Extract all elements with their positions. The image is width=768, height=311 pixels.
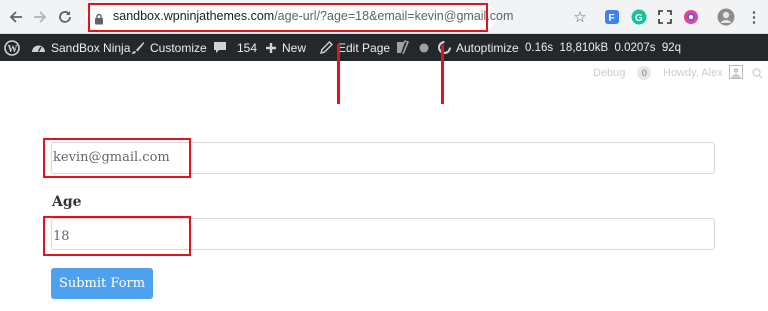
customize-link[interactable]: Customize — [131, 34, 207, 61]
perf-memory: 18,810kB — [559, 41, 609, 54]
svg-text:F: F — [609, 13, 615, 24]
annotation-arrow-age — [441, 44, 444, 104]
howdy-label: Howdy, Alex — [663, 67, 723, 79]
account-link[interactable]: Howdy, Alex — [663, 64, 743, 82]
perf-query-time: 0.0207s — [614, 41, 656, 54]
edit-page-label: Edit Page — [338, 40, 391, 55]
bookmark-star-icon[interactable]: ☆ — [571, 8, 589, 26]
grammarly-icon[interactable]: G — [630, 8, 648, 26]
comment-bubble-icon — [214, 41, 226, 53]
edit-page-link[interactable]: Edit Page — [320, 34, 390, 61]
submit-form-button[interactable]: Submit Form — [51, 268, 153, 299]
paintbrush-icon — [131, 41, 144, 54]
debug-bar-link[interactable]: Debug 0 — [593, 64, 652, 82]
plus-icon — [266, 42, 276, 53]
profile-avatar-icon[interactable] — [717, 8, 735, 26]
site-name-link[interactable]: SandBox Ninja — [31, 34, 130, 61]
search-icon[interactable] — [752, 64, 763, 82]
screenshot-icon[interactable] — [656, 8, 674, 26]
debug-label: Debug — [593, 67, 626, 79]
query-monitor-link[interactable]: 0.16s 18,810kB 0.0207s 92q — [525, 34, 681, 61]
color-picker-icon[interactable] — [682, 8, 700, 26]
age-highlight-box: 18 — [43, 216, 191, 256]
autoptimize-label: Autoptimize — [456, 40, 519, 55]
site-name-label: SandBox Ninja — [51, 40, 131, 55]
yoast-seo-icon[interactable] — [395, 34, 415, 61]
user-avatar — [728, 64, 743, 82]
reload-icon[interactable] — [55, 7, 75, 27]
wp-admin-bar: W SandBox Ninja Customize 154 New Edit P… — [0, 34, 768, 61]
url-highlight-box — [88, 3, 488, 32]
email-value: kevin@gmail.com — [53, 150, 170, 165]
age-value: 18 — [53, 229, 70, 244]
perf-queries: 92q — [661, 41, 682, 54]
back-icon[interactable] — [6, 7, 26, 27]
forward-icon[interactable] — [30, 7, 50, 27]
email-highlight-box: kevin@gmail.com — [43, 138, 191, 178]
debug-count-badge: 0 — [637, 66, 652, 80]
autoptimize-link[interactable]: Autoptimize — [438, 34, 519, 61]
customize-label: Customize — [150, 40, 207, 55]
extension-f-icon[interactable]: F — [603, 8, 621, 26]
pencil-icon — [320, 41, 333, 54]
new-content-link[interactable]: New — [265, 34, 306, 61]
comments-count: 154 — [237, 40, 258, 55]
age-label: Age — [52, 194, 82, 210]
dashboard-icon — [32, 45, 45, 52]
svg-text:G: G — [635, 13, 643, 24]
autoptimize-icon — [438, 41, 451, 54]
wordpress-logo-icon[interactable]: W — [4, 34, 25, 61]
menu-kebab-icon[interactable]: ⋮ — [745, 8, 763, 26]
status-dot-icon[interactable] — [419, 34, 434, 61]
new-label: New — [282, 40, 307, 55]
perf-time: 0.16s — [525, 41, 554, 54]
browser-toolbar: sandbox.wpninjathemes.com/age-url/?age=1… — [0, 0, 768, 34]
comments-link[interactable]: 154 — [213, 34, 257, 61]
svg-text:W: W — [8, 44, 18, 55]
annotation-arrow-email — [337, 44, 340, 104]
